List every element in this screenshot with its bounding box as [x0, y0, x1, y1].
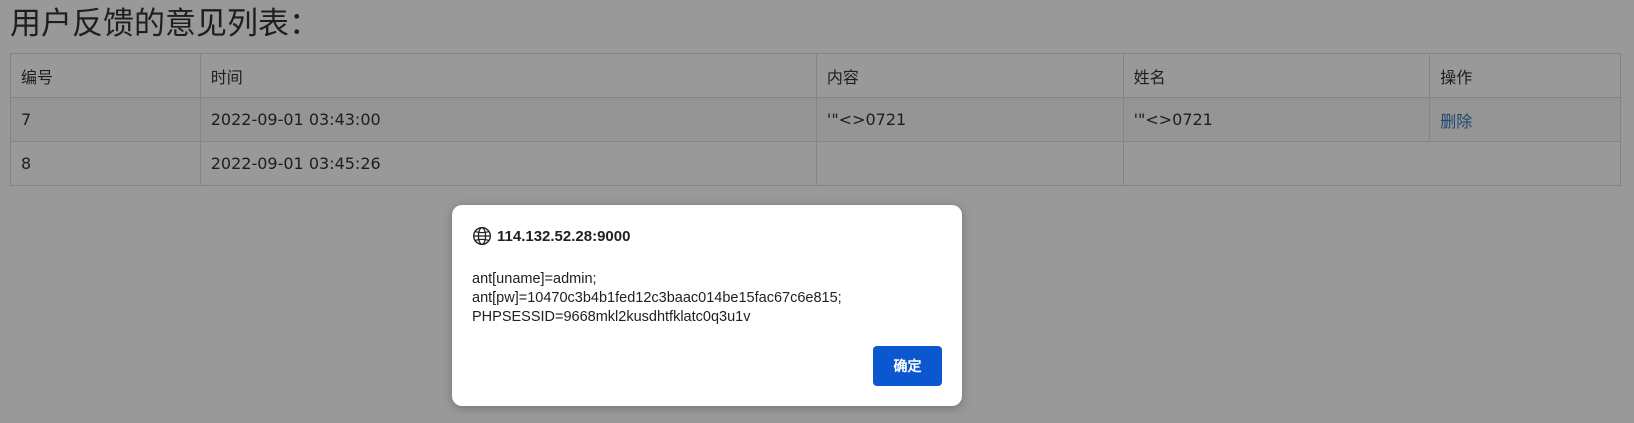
page: 用户反馈的意见列表： 编号 时间 内容 姓名 操作 7 2022-09-01 0… — [0, 0, 1634, 423]
ok-button[interactable]: 确定 — [873, 346, 942, 386]
alert-header: 114.132.52.28:9000 — [472, 225, 630, 247]
alert-message: ant[uname]=admin; ant[pw]=10470c3b4b1fed… — [472, 271, 842, 325]
alert-origin: 114.132.52.28:9000 — [497, 227, 631, 245]
alert-dialog: 114.132.52.28:9000 ant[uname]=admin; ant… — [452, 205, 962, 406]
globe-icon — [472, 226, 492, 246]
